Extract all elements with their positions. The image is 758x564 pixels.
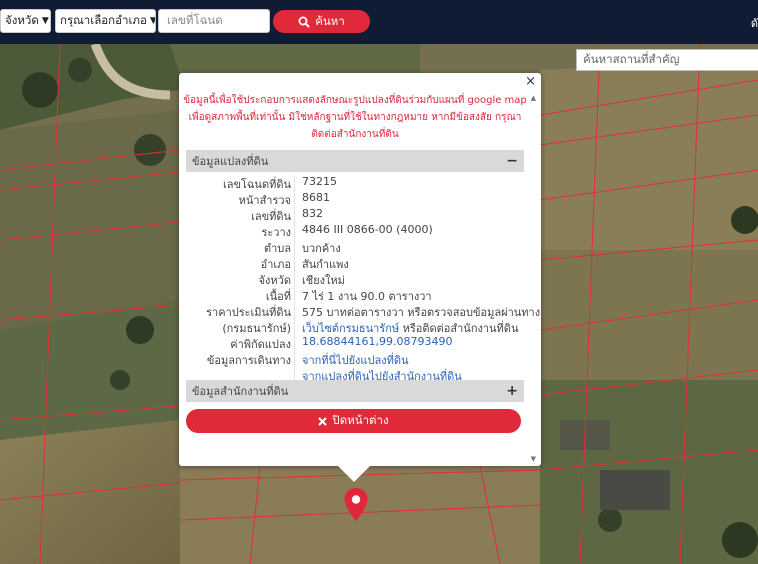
info-row: ระวาง 4846 III 0866-00 (4000) — [186, 223, 524, 239]
collapse-icon[interactable]: − — [506, 153, 518, 169]
info-row: ข้อมูลการเดินทาง จากที่นี่ไปยังแปลงที่ดิ… — [186, 351, 524, 367]
info-row: ค่าพิกัดแปลง 18.68844161,99.08793490 — [186, 335, 524, 351]
section-title: ข้อมูลสำนักงานที่ดิน — [192, 385, 289, 398]
district-select[interactable]: กรุณาเลือกอำเภอ ▼ — [55, 9, 156, 33]
land-info-section-header[interactable]: ข้อมูลแปลงที่ดิน − — [186, 150, 524, 172]
disclaimer-notice: ข้อมูลนี้เพื่อใช้ประกอบการแสดงลักษณะรูปแ… — [179, 92, 531, 143]
close-icon — [318, 416, 328, 426]
top-right-link[interactable]: ดั — [751, 14, 758, 32]
scroll-down-icon[interactable]: ▼ — [531, 455, 536, 463]
land-office-section-header[interactable]: ข้อมูลสำนักงานที่ดิน + — [186, 380, 524, 402]
info-row: จังหวัด เชียงใหม่ — [186, 271, 524, 287]
chevron-down-icon: ▼ — [41, 16, 49, 26]
row-value: 832 — [302, 207, 323, 220]
row-value: 8681 — [302, 191, 330, 204]
province-select[interactable]: จังหวัด ▼ — [0, 9, 51, 33]
info-row: อำเภอ สันกำแพง — [186, 255, 524, 271]
section-title: ข้อมูลแปลงที่ดิน — [192, 155, 269, 168]
row-value: 4846 III 0866-00 (4000) — [302, 223, 433, 236]
landmark-search-input[interactable]: ค้นหาสถานที่สำคัญ — [576, 49, 758, 71]
deed-number-input[interactable]: เลขที่โฉนด — [158, 9, 270, 33]
row-value-rest: หรือติดต่อสำนักงานที่ดิน — [399, 322, 519, 335]
close-window-button[interactable]: ปิดหน้าต่าง — [186, 409, 521, 433]
info-row: (กรมธนารักษ์) เว็บไซต์กรมธนารักษ์ หรือติ… — [186, 319, 524, 335]
chevron-down-icon: ▼ — [147, 16, 155, 26]
row-value: 73215 — [302, 175, 337, 188]
info-row: หน้าสำรวจ 8681 — [186, 191, 524, 207]
top-search-bar: จังหวัด ▼ กรุณาเลือกอำเภอ ▼ เลขที่โฉนด ค… — [0, 0, 758, 44]
close-window-label: ปิดหน้าต่าง — [332, 413, 389, 427]
search-button-label: ค้นหา — [315, 13, 345, 28]
district-select-value: กรุณาเลือกอำเภอ — [60, 13, 147, 27]
info-row: เลขที่ดิน 832 — [186, 207, 524, 223]
expand-icon[interactable]: + — [506, 383, 518, 399]
parcel-info-popup: × ▲ ▼ ข้อมูลนี้เพื่อใช้ประกอบการแสดงลักษ… — [179, 73, 541, 466]
info-row: เลขโฉนดที่ดิน 73215 — [186, 175, 524, 191]
notice-line: ติดต่อสำนักงานที่ดิน — [311, 129, 399, 140]
province-select-value: จังหวัด — [5, 13, 39, 27]
search-button[interactable]: ค้นหา — [273, 10, 370, 33]
coordinates-link[interactable]: 18.68844161,99.08793490 — [302, 335, 452, 348]
notice-line: เพื่อดูสภาพพื้นที่เท่านั้น มิใช่หลักฐานท… — [188, 112, 522, 123]
deed-number-placeholder: เลขที่โฉนด — [167, 13, 223, 27]
scroll-up-icon[interactable]: ▲ — [531, 94, 536, 102]
info-row: ราคาประเมินที่ดิน 575 บาทต่อตารางวา หรือ… — [186, 303, 540, 319]
treasury-website-link[interactable]: เว็บไซต์กรมธนารักษ์ — [302, 322, 399, 335]
info-row: ตำบล บวกค้าง — [186, 239, 524, 255]
popup-pointer — [337, 465, 371, 482]
landmark-search-placeholder: ค้นหาสถานที่สำคัญ — [583, 52, 680, 66]
info-row: เนื้อที่ 7 ไร่ 1 งาน 90.0 ตารางวา — [186, 287, 524, 303]
map-pin-icon[interactable] — [343, 487, 369, 523]
popup-scrollbar[interactable] — [529, 91, 538, 463]
close-icon[interactable]: × — [525, 74, 536, 89]
search-icon — [298, 16, 310, 28]
notice-line: ข้อมูลนี้เพื่อใช้ประกอบการแสดงลักษณะรูปแ… — [183, 95, 527, 106]
